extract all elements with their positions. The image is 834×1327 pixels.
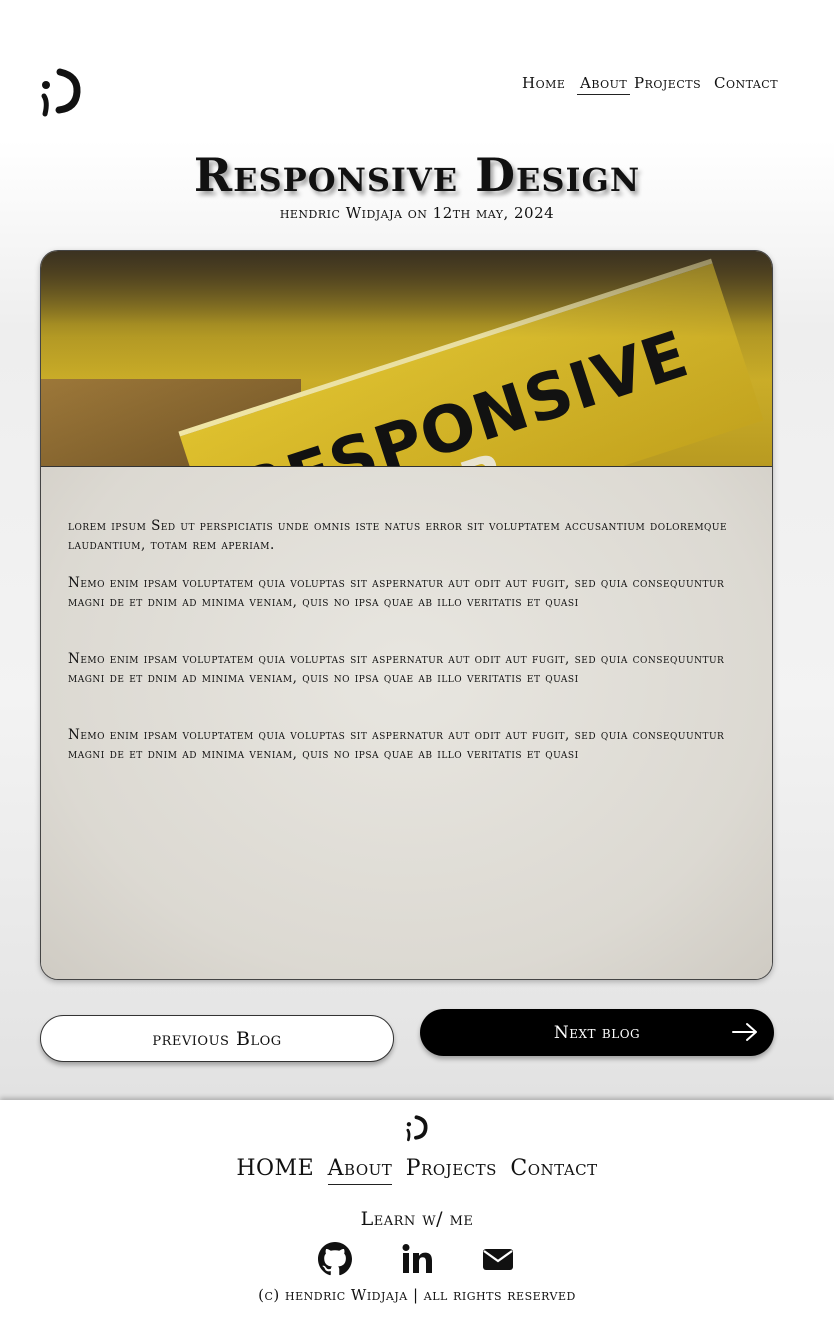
footer-nav-link-contact[interactable]: Contact [510,1156,597,1181]
blog-post-card: RESPONSIVE WEB DESIGN lorem ipsum Sed ut… [40,250,773,980]
post-paragraph: Nemo enim ipsam voluptatem quia voluptas… [68,651,725,686]
post-paragraph: lorem ipsum Sed ut perspiciatis unde omn… [68,518,728,553]
linkedin-icon[interactable] [400,1242,434,1276]
social-links [0,1242,834,1278]
wink-face-logo-icon[interactable] [405,1114,429,1142]
nav-link-about[interactable]: About [577,74,631,95]
site-footer: HOME About Projects Contact Learn w/ me … [0,1100,834,1327]
learn-with-me-link[interactable]: Learn w/ me [0,1208,834,1230]
post-paragraph: Nemo enim ipsam voluptatem quia voluptas… [68,727,725,762]
envelope-icon[interactable] [481,1242,515,1276]
footer-nav-link-home[interactable]: HOME [236,1156,314,1181]
arrow-right-icon [732,1023,757,1041]
next-blog-button[interactable]: Next blog [420,1009,774,1056]
footer-nav: HOME About Projects Contact [0,1156,834,1185]
post-body: lorem ipsum Sed ut perspiciatis unde omn… [41,467,772,979]
nav-link-contact[interactable]: Contact [714,74,778,92]
nav-link-projects[interactable]: Projects [634,74,701,92]
wink-face-logo-icon[interactable] [40,66,82,118]
previous-blog-button[interactable]: previous Blog [40,1015,394,1062]
main-nav: Home About Projects Contact [520,74,780,100]
github-icon[interactable] [318,1242,352,1276]
footer-nav-link-projects[interactable]: Projects [406,1156,497,1181]
next-blog-label: Next blog [553,1022,641,1043]
previous-blog-label: previous Blog [152,1027,282,1050]
responsive-web-design-book-image: RESPONSIVE WEB DESIGN [41,251,772,615]
post-title: Responsive Design [193,148,641,202]
copyright-text: (c) hendric Widjaja | all rights reserve… [258,1286,576,1304]
post-paragraph: Nemo enim ipsam voluptatem quia voluptas… [68,575,725,610]
post-byline: hendric Widjaja on 12th may, 2024 [279,204,555,222]
nav-link-home[interactable]: Home [522,74,565,92]
footer-nav-link-about[interactable]: About [327,1156,393,1185]
